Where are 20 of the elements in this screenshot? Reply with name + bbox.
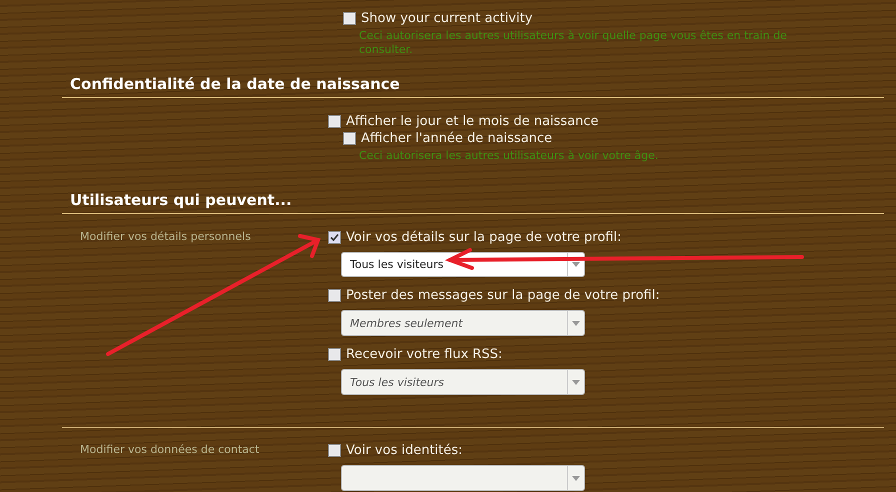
checkbox[interactable] [328, 348, 341, 361]
checkbox-label: Poster des messages sur la page de votre profil: [346, 288, 660, 303]
section-heading: Confidentialité de la date de naissance [62, 75, 884, 98]
checkbox-label: Recevoir votre flux RSS: [346, 347, 502, 362]
row-label: Modifier vos données de contact [80, 443, 260, 456]
checkbox[interactable] [328, 231, 341, 244]
checkbox-label: Afficher l'année de naissance [361, 131, 552, 146]
row-label: Modifier vos détails personnels [80, 230, 251, 243]
checkbox-label: Afficher le jour et le mois de naissance [346, 114, 599, 129]
checkbox-label: Voir vos détails sur la page de votre profil: [346, 230, 622, 245]
checkbox[interactable] [343, 132, 356, 145]
hint-text: Ceci autorisera les autres utilisateurs à voir votre âge. [359, 149, 660, 163]
checkbox[interactable] [328, 444, 341, 457]
checkbox[interactable] [328, 289, 341, 302]
checkbox-label: Voir vos identités: [346, 443, 463, 458]
checkbox[interactable] [328, 115, 341, 128]
checkbox-label: Show your current activity [361, 11, 533, 26]
checkbox[interactable] [343, 12, 356, 25]
hint-text: Ceci autorisera les autres utilisateurs à voir quelle page vous êtes en train de consulter. [359, 29, 788, 57]
section-heading: Utilisateurs qui peuvent... [62, 191, 884, 214]
